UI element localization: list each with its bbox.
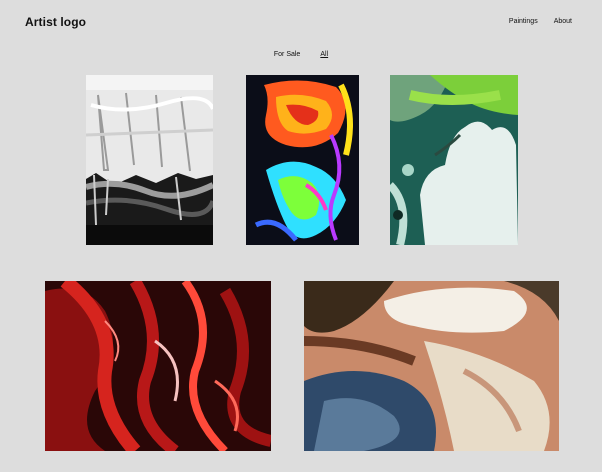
artwork-thumbnail[interactable] bbox=[390, 75, 518, 245]
artwork-thumbnail[interactable] bbox=[86, 75, 213, 245]
main-nav: Paintings About bbox=[509, 18, 572, 25]
artwork-green-fluid-image bbox=[390, 75, 518, 245]
filter-for-sale[interactable]: For Sale bbox=[274, 51, 300, 58]
artwork-black-white-image bbox=[86, 75, 213, 245]
artwork-earth-fluid-image bbox=[304, 281, 559, 451]
artwork-thumbnail[interactable] bbox=[246, 75, 359, 245]
artwork-red-swirl-image bbox=[45, 281, 271, 451]
filter-all[interactable]: All bbox=[320, 51, 328, 58]
gallery-filters: For Sale All bbox=[0, 51, 602, 58]
artwork-thumbnail[interactable] bbox=[304, 281, 559, 451]
artist-logo[interactable]: Artist logo bbox=[25, 15, 86, 29]
nav-about[interactable]: About bbox=[554, 18, 572, 25]
artwork-thumbnail[interactable] bbox=[45, 281, 271, 451]
nav-paintings[interactable]: Paintings bbox=[509, 18, 538, 25]
artwork-neon-fluid-image bbox=[246, 75, 359, 245]
